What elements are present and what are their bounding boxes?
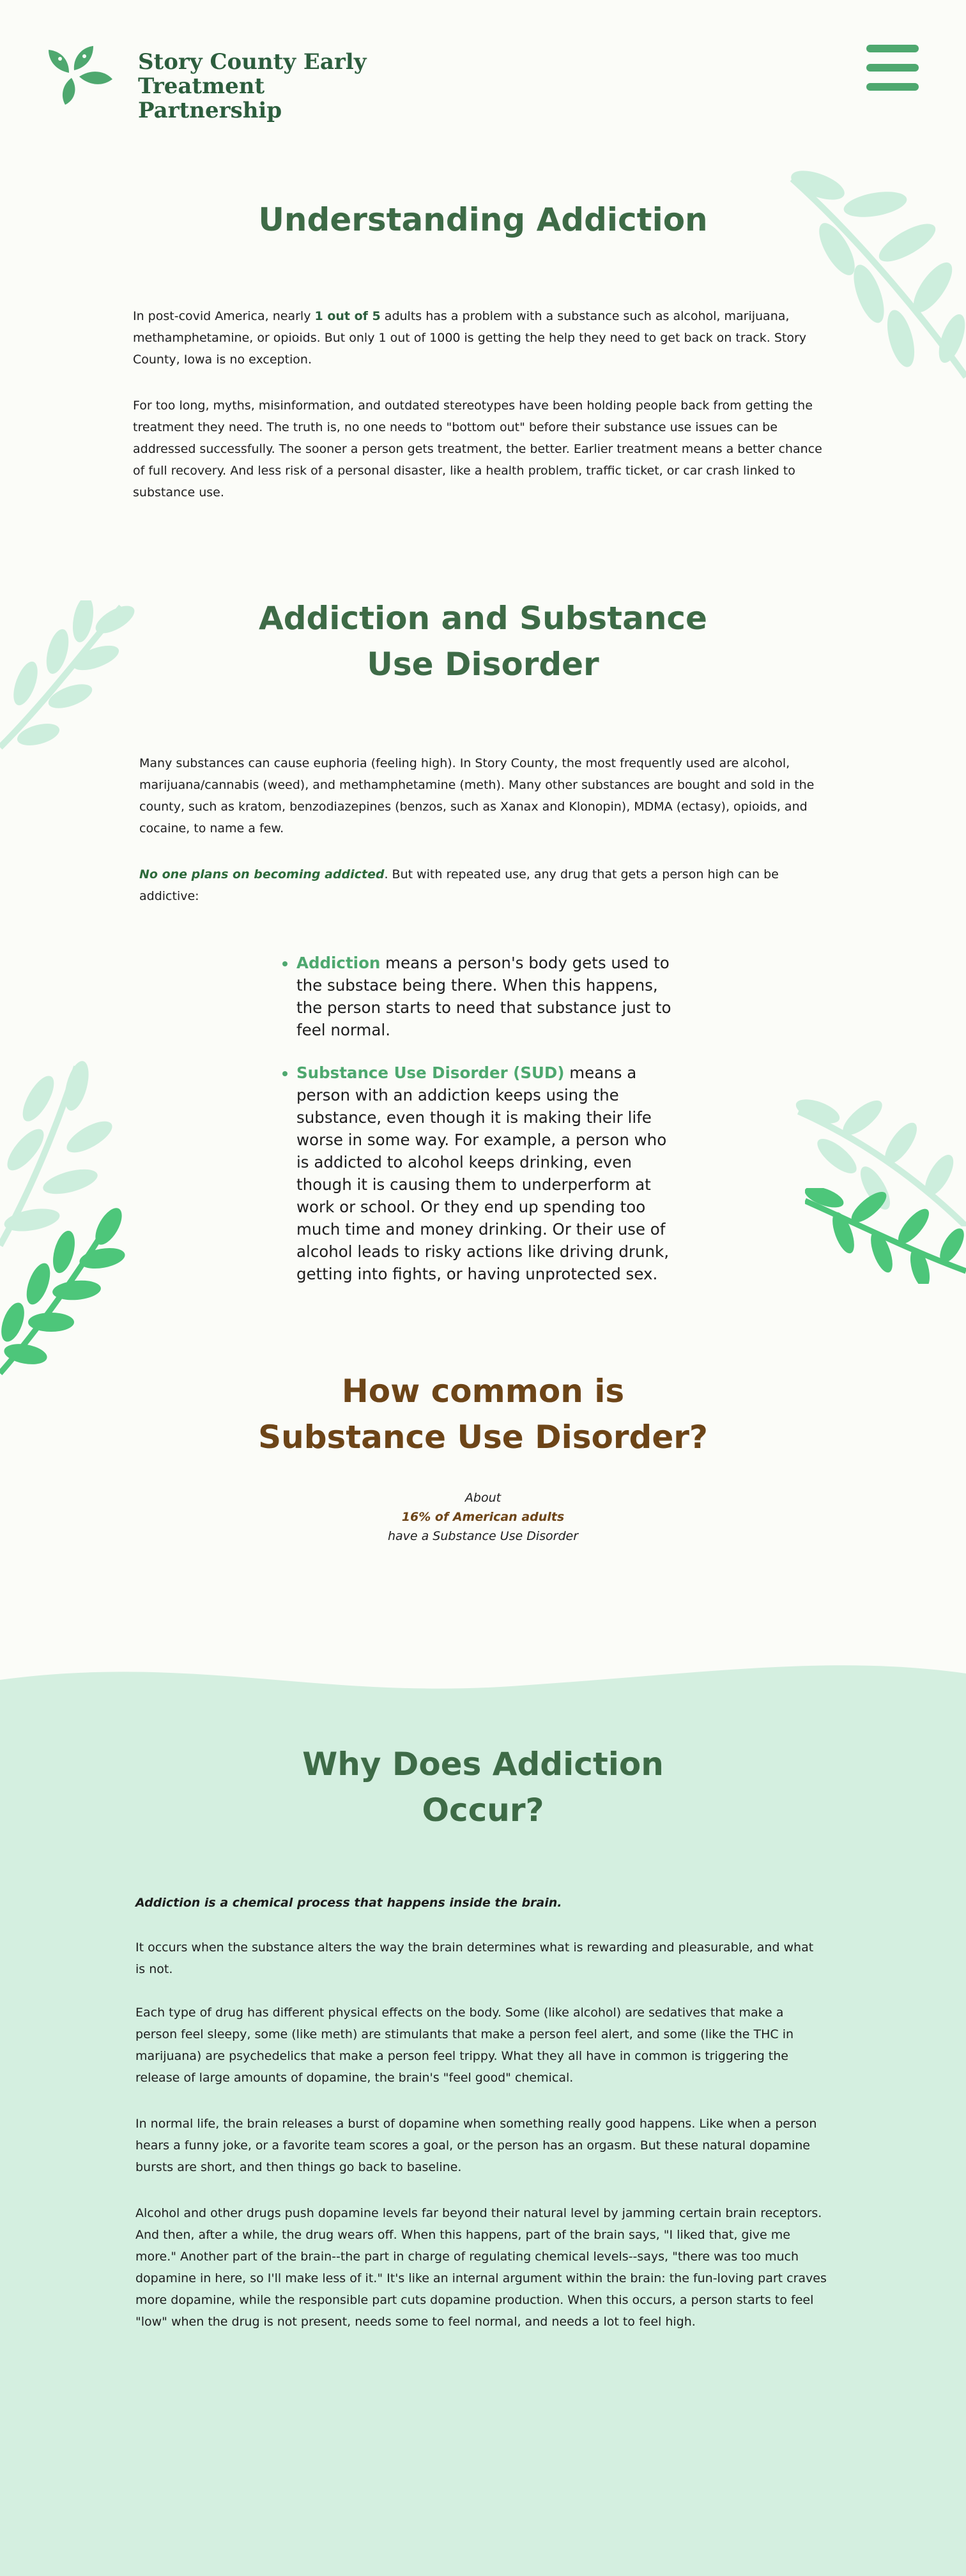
title-line: How common is (341, 1373, 625, 1410)
why-paragraph-3: In normal life, the brain releases a bur… (135, 2117, 817, 2174)
highlight-stat: 1 out of 5 (314, 309, 381, 323)
logo-line-1: Story County Early (138, 49, 367, 75)
why-lead: Addiction is a chemical process that hap… (135, 1896, 562, 1910)
title-line: Occur? (422, 1792, 544, 1829)
list-item: Substance Use Disorder (SUD) means a per… (282, 1062, 678, 1285)
site-logo-text[interactable]: Story County Early Treatment Partnership (138, 50, 406, 123)
sud-paragraph-1: Many substances can cause euphoria (feel… (139, 756, 815, 835)
definitions-list: Addiction means a person's body gets use… (282, 952, 678, 1306)
title-line: Use Disorder (367, 646, 599, 683)
fern-leaf-icon (805, 1188, 966, 1284)
understanding-paragraph-1: In post-covid America, nearly 1 out of 5… (133, 305, 823, 370)
understanding-paragraph-2: For too long, myths, misinformation, and… (133, 399, 822, 499)
sud-paragraph-2: No one plans on becoming addicted. But w… (139, 864, 827, 907)
why-title: Why Does Addiction Occur? (227, 1741, 739, 1833)
why-paragraph-2: Each type of drug has different physical… (135, 2006, 794, 2085)
title-line: Substance Use Disorder? (258, 1419, 708, 1456)
hamburger-menu-icon[interactable] (864, 41, 923, 95)
stat-value: 16% of American adults (401, 1510, 565, 1524)
title-line: Addiction and Substance (259, 600, 707, 637)
definition-term: Substance Use Disorder (SUD) (296, 1063, 565, 1082)
paragraph-text: In post-covid America, nearly (133, 309, 315, 323)
sud-title: Addiction and Substance Use Disorder (227, 595, 739, 687)
why-paragraph-4: Alcohol and other drugs push dopamine le… (135, 2206, 827, 2329)
stat-suffix: have a Substance Use Disorder (387, 1529, 579, 1543)
common-title: How common is Substance Use Disorder? (227, 1368, 739, 1460)
understanding-title: Understanding Addiction (258, 201, 708, 238)
title-line: Why Does Addiction (302, 1746, 664, 1783)
definition-text: means a person with an addiction keeps u… (296, 1063, 670, 1283)
list-item: Addiction means a person's body gets use… (282, 952, 678, 1041)
site-header: Story County Early Treatment Partnership (0, 0, 966, 147)
definition-term: Addiction (296, 954, 381, 972)
statistic-callout: About 16% of American adults have a Subs… (227, 1488, 739, 1546)
fern-leaf-icon (0, 1208, 125, 1375)
fern-leaf-icon (0, 600, 135, 750)
stat-prefix: About (464, 1491, 502, 1505)
why-paragraph-1: It occurs when the substance alters the … (135, 1940, 814, 1976)
logo-line-2: Treatment Partnership (138, 73, 282, 123)
emphasis-text: No one plans on becoming addicted (139, 867, 385, 881)
leaf-cluster-icon[interactable] (43, 42, 115, 106)
